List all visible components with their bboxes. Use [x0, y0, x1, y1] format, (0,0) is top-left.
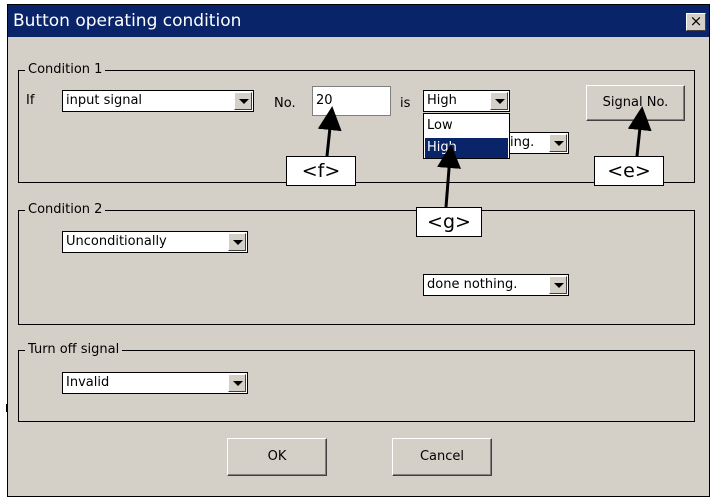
callout-g: <g>: [416, 207, 482, 237]
arrow-e: [627, 106, 652, 157]
callout-f: <f>: [286, 156, 356, 186]
arrow-g: [437, 144, 462, 208]
arrow-f: [317, 106, 342, 157]
annotation-arrows: [317, 106, 652, 208]
callout-e: <e>: [594, 156, 664, 186]
